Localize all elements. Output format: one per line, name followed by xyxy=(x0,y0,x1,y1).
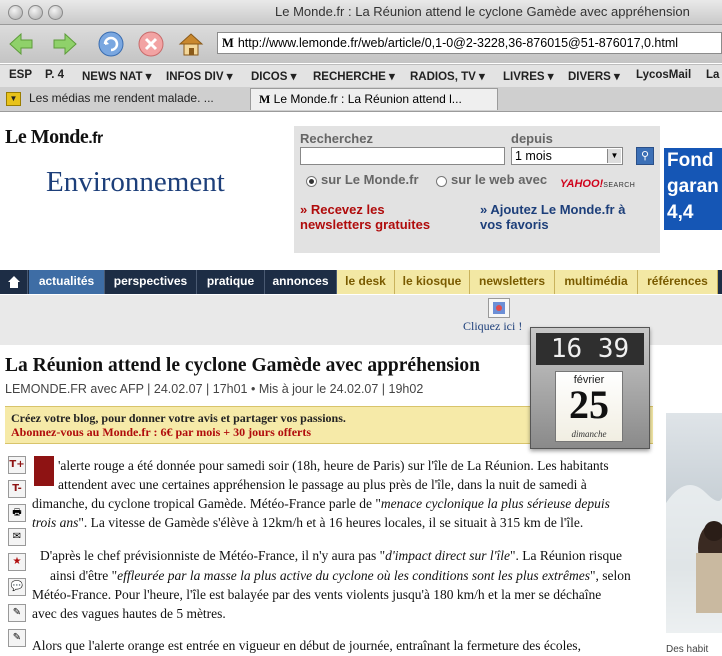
chat-icon[interactable]: 💬 xyxy=(8,578,26,596)
since-select[interactable]: 1 mois ▼ xyxy=(511,147,623,165)
search-button[interactable]: ⚲ xyxy=(636,147,654,165)
bookmark-radios-tv[interactable]: RADIOS, TV ▾ xyxy=(410,69,485,83)
radio-lemonde-label: sur Le Monde.fr xyxy=(321,172,419,187)
calendar-weekday: dimanche xyxy=(571,429,607,439)
article-paragraph-3-line-1: Alors que l'alerte orange est entrée en … xyxy=(32,638,581,653)
text-larger-icon[interactable]: T+ xyxy=(8,456,26,474)
bookmark-livres[interactable]: LIVRES ▾ xyxy=(503,69,554,83)
article-paragraph-1-line-1: 'alerte rouge a été donnée pour samedi s… xyxy=(58,458,609,473)
site-favicon-icon: M xyxy=(222,36,234,50)
clock-widget[interactable]: 16 39 février 25 dimanche xyxy=(530,327,650,449)
mail-icon[interactable]: ✉ xyxy=(8,528,26,546)
minimize-window-button[interactable] xyxy=(28,5,43,20)
article-paragraph-2-line-1: D'après le chef prévisionniste de Météo-… xyxy=(40,548,623,563)
tab-label: Les médias me rendent malade. ... xyxy=(29,91,214,105)
bookmark-la[interactable]: La xyxy=(706,69,719,81)
article-paragraph-1-line-3: dimanche, du cyclone tropical Gamède. Mé… xyxy=(32,496,610,511)
search-input[interactable] xyxy=(300,147,505,165)
site-favicon-icon: M xyxy=(259,92,271,106)
bookmark-lycosmail[interactable]: LycosMail xyxy=(636,69,691,81)
url-field[interactable]: Mhttp://www.lemonde.fr/web/article/0,1-0… xyxy=(217,32,722,54)
home-icon[interactable] xyxy=(176,29,206,59)
chevron-down-icon: ▼ xyxy=(6,91,21,106)
nav-perspectives[interactable]: perspectives xyxy=(105,270,197,294)
note-icon-2[interactable]: ✎ xyxy=(8,629,26,647)
article-byline: LEMONDE.FR avec AFP | 24.02.07 | 17h01 •… xyxy=(5,382,424,396)
clock-time: 16 39 xyxy=(536,333,644,365)
home-icon xyxy=(7,276,20,288)
nav-newsletters[interactable]: newsletters xyxy=(470,270,555,294)
bookmark-divers[interactable]: DIVERS ▾ xyxy=(568,69,620,83)
favorites-link[interactable]: » Ajoutez Le Monde.fr à vos favoris xyxy=(480,202,650,232)
print-icon[interactable]: 🖶 xyxy=(8,504,26,522)
bookmark-news-nat[interactable]: NEWS NAT ▾ xyxy=(82,69,151,83)
forward-arrow-icon[interactable] xyxy=(50,29,80,59)
since-label: depuis xyxy=(511,131,553,146)
nav-le-desk[interactable]: le desk xyxy=(337,270,395,294)
back-arrow-icon[interactable] xyxy=(6,29,36,59)
nav-pratique[interactable]: pratique xyxy=(197,270,265,294)
article-photo[interactable] xyxy=(666,413,722,633)
bookmark-infos-div[interactable]: INFOS DIV ▾ xyxy=(166,69,232,83)
dropcap xyxy=(34,456,54,486)
newsletter-link[interactable]: » Recevez les newsletters gratuites xyxy=(300,202,440,232)
promo-image-icon[interactable] xyxy=(488,298,510,318)
nav-actualites[interactable]: actualités xyxy=(29,270,105,294)
search-panel: Recherchez depuis 1 mois ▼ ⚲ sur Le Monde… xyxy=(294,126,660,253)
nav-references[interactable]: références xyxy=(638,270,718,294)
text-smaller-icon[interactable]: T- xyxy=(8,480,26,498)
article-paragraph-2-line-2: ainsi d'être "effleurée par la masse la … xyxy=(50,568,631,583)
photo-caption: Des habit xyxy=(666,644,709,655)
article-paragraph-1-line-4: trois ans". La vitesse de Gamède s'élève… xyxy=(32,515,584,530)
nav-home-button[interactable] xyxy=(0,270,28,294)
nav-annonces[interactable]: annonces xyxy=(265,270,337,294)
radio-web[interactable] xyxy=(436,176,447,187)
calendar-day: 25 xyxy=(569,382,609,427)
click-here-link[interactable]: Cliquez ici ! xyxy=(463,319,522,334)
window-title: Le Monde.fr : La Réunion attend le cyclo… xyxy=(275,4,690,19)
bookmark-recherche[interactable]: RECHERCHE ▾ xyxy=(313,69,395,83)
radio-web-label: sur le web avec xyxy=(451,172,548,187)
article-paragraph-2-line-3: Météo-France. Pour l'heure, l'île est ba… xyxy=(32,587,602,602)
chevron-down-icon: ▼ xyxy=(607,149,621,163)
nav-multimedia[interactable]: multimédia xyxy=(555,270,638,294)
tab-bar: ▼ Les médias me rendent malade. ... M Le … xyxy=(0,87,722,112)
section-title: Environnement xyxy=(46,166,225,198)
window-titlebar: Le Monde.fr : La Réunion attend le cyclo… xyxy=(0,0,722,25)
search-label: Recherchez xyxy=(300,131,373,146)
star-icon[interactable]: ★ xyxy=(8,553,26,571)
yahoo-logo: YAHOO!SEARCH xyxy=(560,178,636,190)
main-nav: actualités perspectives pratique annonce… xyxy=(0,270,722,294)
bookmark-dicos[interactable]: DICOS ▾ xyxy=(251,69,296,83)
ad-banner[interactable]: Fond garan 4,4 xyxy=(664,148,722,230)
bookmark-p4[interactable]: P. 4 xyxy=(45,69,64,81)
bookmarks-bar: ESP P. 4 NEWS NAT ▾ INFOS DIV ▾ DICOS ▾ … xyxy=(0,64,722,88)
article-paragraph-1-line-2: attendent avec une certaines appréhensio… xyxy=(58,477,587,492)
note-icon[interactable]: ✎ xyxy=(8,604,26,622)
stop-icon[interactable] xyxy=(136,29,166,59)
calendar-icon: février 25 dimanche xyxy=(555,371,623,442)
article-paragraph-2-line-4: avec des vagues hautes de 5 mètres. xyxy=(32,606,226,621)
zoom-window-button[interactable] xyxy=(48,5,63,20)
close-window-button[interactable] xyxy=(8,5,23,20)
nav-le-kiosque[interactable]: le kiosque xyxy=(395,270,470,294)
browser-toolbar: Mhttp://www.lemonde.fr/web/article/0,1-0… xyxy=(0,25,722,63)
lemonde-logo[interactable]: Le Monde.fr xyxy=(5,126,103,149)
tab-medias[interactable]: ▼ Les médias me rendent malade. ... xyxy=(6,88,246,109)
url-text: http://www.lemonde.fr/web/article/0,1-0@… xyxy=(237,36,679,50)
article-headline: La Réunion attend le cyclone Gamède avec… xyxy=(5,355,481,376)
tab-label: Le Monde.fr : La Réunion attend l... xyxy=(273,92,462,106)
reload-icon[interactable] xyxy=(96,29,126,59)
radio-lemonde[interactable] xyxy=(306,176,317,187)
bookmark-esp[interactable]: ESP xyxy=(9,69,32,81)
tab-lemonde[interactable]: M Le Monde.fr : La Réunion attend l... xyxy=(250,88,498,110)
